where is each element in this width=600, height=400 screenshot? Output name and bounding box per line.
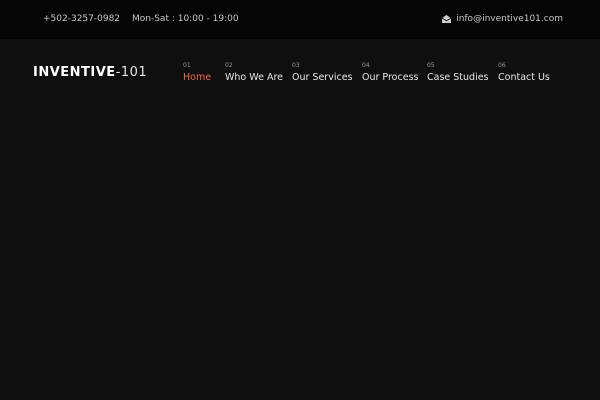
nav-label: Who We Are <box>225 72 283 83</box>
nav-label: Case Studies <box>427 72 489 83</box>
nav-item-our-process[interactable]: 04 Our Process <box>362 62 418 83</box>
site-logo[interactable]: INVENTIVE-101 <box>33 65 147 80</box>
email-link[interactable]: info@inventive101.com <box>442 14 563 24</box>
nav-number: 04 <box>362 62 370 69</box>
email-address: info@inventive101.com <box>456 14 563 24</box>
logo-brand: INVENTIVE <box>33 65 116 80</box>
nav-number: 03 <box>292 62 300 69</box>
nav-number: 01 <box>183 62 191 69</box>
logo-suffix: -101 <box>115 65 148 80</box>
nav-number: 02 <box>225 62 233 69</box>
nav-number: 05 <box>427 62 435 69</box>
nav-label: Home <box>183 72 212 83</box>
nav-item-home[interactable]: 01 Home <box>183 62 211 83</box>
main-header: INVENTIVE-101 01 Home 02 Who We Are 03 O… <box>0 39 600 109</box>
opening-hours: Mon-Sat : 10:00 - 19:00 <box>132 14 239 24</box>
nav-label: Contact Us <box>498 72 550 83</box>
nav-item-contact-us[interactable]: 06 Contact Us <box>498 62 550 83</box>
nav-number: 06 <box>498 62 506 69</box>
envelope-open-icon <box>442 15 452 23</box>
nav-item-case-studies[interactable]: 05 Case Studies <box>427 62 489 83</box>
nav-label: Our Process <box>362 72 419 83</box>
phone-number[interactable]: +502-3257-0982 <box>43 14 120 24</box>
nav-label: Our Services <box>292 72 353 83</box>
nav-item-who-we-are[interactable]: 02 Who We Are <box>225 62 283 83</box>
nav-item-our-services[interactable]: 03 Our Services <box>292 62 352 83</box>
top-bar: +502-3257-0982 Mon-Sat : 10:00 - 19:00 i… <box>0 0 600 39</box>
